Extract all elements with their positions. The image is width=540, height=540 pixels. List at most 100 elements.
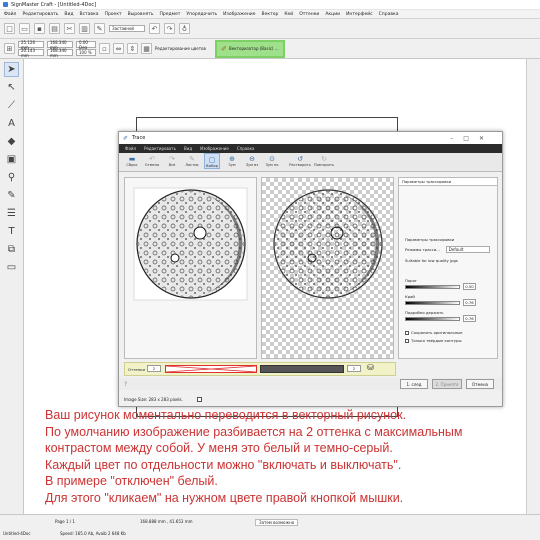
dialog-toolbar: ▬ Сброс ↶ Отмена ↷ Всё ✎ Ластик ▢ Выбор ⊕ Зум … — [119, 153, 502, 172]
color-trace-button[interactable]: Редактирование цветов — [155, 46, 206, 51]
pen-tool-icon[interactable]: ✎ — [94, 23, 105, 34]
scale-field[interactable]: 100 % — [76, 49, 96, 56]
edge-slider[interactable] — [405, 300, 460, 305]
layer-select[interactable]: Заставной — [109, 25, 145, 32]
detail-value[interactable]: 0.76 — [463, 315, 476, 322]
mode-select[interactable]: Default — [445, 246, 490, 253]
node-edit-icon[interactable]: ↖ — [4, 80, 19, 95]
text-tool-2-icon[interactable]: T — [4, 224, 19, 239]
dialog-menu-help[interactable]: Справка — [237, 146, 255, 151]
cancel-button[interactable]: Отмена — [466, 379, 494, 389]
dialog-menu-edit[interactable]: Редактировать — [144, 146, 176, 151]
cut-icon[interactable]: ✂ — [64, 23, 75, 34]
color-swatch-gray[interactable] — [260, 365, 344, 373]
shape-tool-icon[interactable]: ◆ — [4, 134, 19, 149]
tool-zoom-out[interactable]: ⊖ Зум вз — [244, 153, 260, 167]
threshold-slider[interactable] — [405, 284, 460, 289]
angle-scale-fields: 0.00 Deg 100 % — [76, 40, 96, 56]
menu-insert[interactable]: Вставка — [79, 12, 98, 17]
status-tab[interactable]: Затем возможно — [255, 519, 299, 526]
mirror-icon[interactable]: ⇕ — [127, 43, 138, 54]
redo2-icon: ↻ — [321, 155, 327, 163]
tool-zoom-in[interactable]: ⊕ Зум — [224, 153, 240, 167]
y-field[interactable]: 20.143 mm — [18, 48, 44, 58]
check-keep-original[interactable]: Сохранить оригинальные — [405, 330, 497, 335]
redo-icon: ↷ — [169, 155, 175, 163]
menu-shades[interactable]: Оттенки — [299, 12, 319, 17]
window-controls[interactable]: –□✕ — [450, 135, 494, 142]
tool-cancel[interactable]: ↶ Отмена — [144, 153, 160, 167]
menu-actions[interactable]: Акции — [325, 12, 340, 17]
knife-icon[interactable]: ⟋ — [4, 98, 19, 113]
height-field[interactable]: 168.340 mm — [47, 48, 73, 58]
help-icon[interactable]: ? — [124, 381, 127, 388]
fill-tool-icon[interactable]: ▣ — [4, 152, 19, 167]
color-swatch-white[interactable] — [165, 365, 257, 373]
title-bar: SignMaster Craft - [Untitled-4Doc] — [0, 0, 540, 10]
print-icon[interactable]: ▤ — [49, 23, 60, 34]
menu-vector[interactable]: Вектор — [262, 12, 279, 17]
tool-reset[interactable]: ▬ Сброс — [124, 153, 140, 167]
menu-help[interactable]: Справка — [379, 12, 399, 17]
new-file-icon[interactable]: □ — [4, 23, 15, 34]
layers-tool-icon[interactable]: ⧉ — [4, 242, 19, 257]
image-tool-icon[interactable]: ▭ — [4, 260, 19, 275]
select-icon: ▢ — [208, 156, 216, 164]
tool-select[interactable]: ▢ Выбор — [204, 153, 220, 169]
tool-repeat[interactable]: ↻ Повторить — [312, 153, 336, 167]
colors-count[interactable]: 2 — [147, 365, 161, 372]
tool-zoom-fit[interactable]: ⊙ Зум по — [264, 153, 280, 167]
menu-object[interactable]: Предмет — [160, 12, 181, 17]
vector-preview[interactable] — [261, 177, 394, 359]
dialog-menu-file[interactable]: Файл — [125, 146, 136, 151]
paint-bucket-icon[interactable]: ⛁ — [367, 363, 374, 372]
vectorize-button[interactable]: ✐ Векторизатор (Basic) ... — [214, 39, 285, 58]
tool-all[interactable]: ↷ Всё — [164, 153, 180, 167]
detail-slider[interactable] — [405, 316, 460, 321]
save-icon[interactable]: ▪ — [34, 23, 45, 34]
dialog-menu-image[interactable]: Изображение — [200, 146, 229, 151]
status-checkbox[interactable] — [196, 396, 202, 402]
menu-file[interactable]: Файл — [4, 12, 16, 17]
next-button[interactable]: 2. Принято — [432, 379, 462, 389]
checkbox-icon — [405, 338, 409, 343]
flip-icon[interactable]: ⇔ — [113, 43, 124, 54]
menu-edit[interactable]: Редактировать — [22, 12, 58, 17]
menu-key[interactable]: Кей — [284, 12, 293, 17]
weed-tool-icon[interactable]: ☰ — [4, 206, 19, 221]
menu-view[interactable]: Вид — [64, 12, 73, 17]
edge-value[interactable]: 0.76 — [463, 299, 476, 306]
color-slot-select[interactable]: 2 — [347, 365, 361, 372]
tool-eraser[interactable]: ✎ Ластик — [184, 153, 200, 167]
threshold-value[interactable]: 0.50 — [463, 283, 476, 290]
menu-interface[interactable]: Интерфейс — [346, 12, 373, 17]
zoom-tool-icon[interactable]: ⚲ — [4, 170, 19, 185]
caption-line-5: В примере "отключен" белый. — [45, 474, 218, 489]
back-button[interactable]: 1. след — [400, 379, 428, 389]
color-trace-icon[interactable]: ▦ — [141, 43, 152, 54]
original-preview[interactable] — [124, 177, 257, 359]
lamp-icon[interactable]: ♁ — [179, 23, 190, 34]
dialog-menu-view[interactable]: Вид — [184, 146, 192, 151]
tool-dissolve[interactable]: ↺ Растворить — [289, 153, 311, 167]
check-solid-contours[interactable]: Только твёрдые контуры — [405, 338, 497, 343]
lock-icon[interactable]: ▫ — [99, 43, 110, 54]
open-folder-icon[interactable]: ▭ — [19, 23, 30, 34]
undo-icon[interactable]: ↶ — [149, 23, 160, 34]
original-moon-image — [133, 187, 248, 301]
tab-trace-settings[interactable]: Параметры трассировки — [399, 178, 497, 186]
text-tool-icon[interactable]: A — [4, 116, 19, 131]
menu-project[interactable]: Проект — [105, 12, 122, 17]
eyedropper-icon[interactable]: ✎ — [4, 188, 19, 203]
disabled-cross-icon — [165, 365, 257, 373]
select-arrow-icon[interactable]: ➤ — [4, 62, 19, 77]
paste-icon[interactable]: ▥ — [79, 23, 90, 34]
menu-image[interactable]: Изображение — [223, 12, 255, 17]
doc-name: Untitled-4Doc — [3, 531, 31, 536]
menu-align[interactable]: Выровнять — [128, 12, 154, 17]
trace-dialog: ✐ Trace –□✕ Файл Редактировать Вид Изобр… — [118, 131, 503, 407]
angle-field[interactable]: 0.00 Deg — [76, 40, 96, 50]
menu-arrange[interactable]: Упорядочить — [186, 12, 217, 17]
redo-icon[interactable]: ↷ — [164, 23, 175, 34]
colors-label: Оттенки — [128, 367, 145, 372]
